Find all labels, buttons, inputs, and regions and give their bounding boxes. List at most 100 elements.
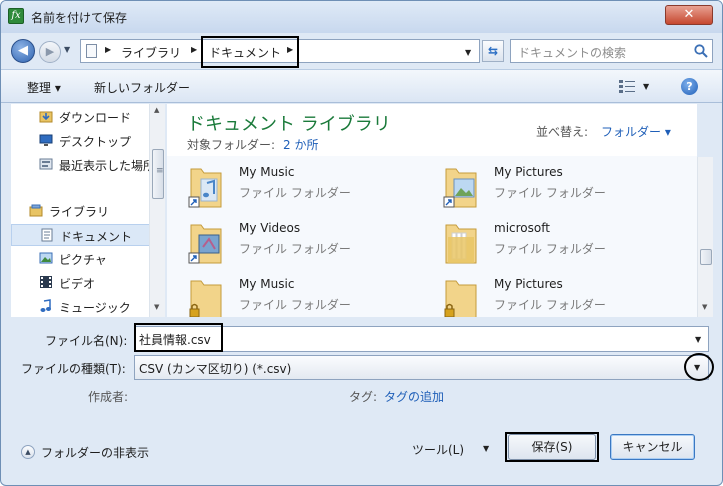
address-history-dropdown-icon[interactable]: ▼ bbox=[465, 48, 471, 57]
nav-item-label: デスクトップ bbox=[59, 135, 132, 149]
close-button[interactable]: ✕ bbox=[665, 5, 713, 25]
filetype-value: CSV (カンマ区切り) (*.csv) bbox=[139, 362, 292, 376]
navigation-pane-scrollbar[interactable]: ▲ ≡ ▼ bbox=[149, 104, 165, 317]
tools-label: ツール(L) bbox=[412, 443, 465, 457]
nav-item-desktop[interactable]: デスクトップ bbox=[11, 130, 151, 152]
videos-icon bbox=[40, 276, 52, 288]
scrollbar-thumb[interactable]: ≡ bbox=[152, 149, 164, 199]
folder-item-my-pictures-locked[interactable]: My Pictures ファイル フォルダー bbox=[422, 271, 662, 317]
file-name: My Music bbox=[239, 165, 295, 179]
recent-pages-dropdown-icon[interactable]: ▼ bbox=[64, 45, 70, 54]
file-name: My Pictures bbox=[494, 165, 563, 179]
title-bar[interactable]: fx 名前を付けて保存 ✕ bbox=[1, 1, 722, 33]
annotation-highlight-box bbox=[134, 323, 223, 352]
music-icon bbox=[40, 299, 51, 312]
library-icon bbox=[29, 204, 43, 217]
document-icon bbox=[41, 228, 53, 242]
pictures-folder-icon bbox=[443, 168, 477, 208]
locked-folder-icon bbox=[189, 280, 222, 317]
folder-item-my-music-locked[interactable]: My Music ファイル フォルダー bbox=[167, 271, 407, 317]
folder-item-my-pictures[interactable]: My Pictures ファイル フォルダー bbox=[422, 159, 662, 211]
nav-item-label: 最近表示した場所 bbox=[59, 159, 156, 173]
pictures-icon bbox=[39, 252, 53, 264]
nav-item-libraries[interactable]: ライブラリ bbox=[11, 200, 151, 222]
sort-by-dropdown[interactable]: フォルダー ▾ bbox=[601, 123, 671, 140]
new-folder-button[interactable]: 新しいフォルダー bbox=[94, 79, 190, 96]
forward-arrow-icon: ▶ bbox=[45, 45, 55, 58]
scroll-up-arrow-icon[interactable]: ▲ bbox=[154, 106, 159, 114]
annotation-highlight-box bbox=[505, 432, 599, 462]
nav-item-label: ドキュメント bbox=[60, 230, 133, 244]
filename-history-dropdown-icon[interactable]: ▼ bbox=[695, 335, 701, 344]
command-bar: 整理 ▾ 新しいフォルダー ▼ ? bbox=[1, 69, 722, 103]
address-bar[interactable]: ▶ ライブラリ ▶ ドキュメント ▶ ▼ bbox=[80, 36, 480, 68]
nav-item-videos[interactable]: ビデオ bbox=[11, 272, 151, 294]
nav-item-recent-places[interactable]: 最近表示した場所 bbox=[11, 154, 155, 176]
hide-folders-label: フォルダーの非表示 bbox=[41, 446, 150, 460]
search-icon[interactable] bbox=[693, 43, 709, 59]
search-input[interactable]: ドキュメントの検索 bbox=[510, 39, 713, 63]
nav-item-music[interactable]: ミュージック bbox=[11, 296, 151, 317]
download-folder-icon bbox=[39, 111, 53, 123]
nav-item-downloads[interactable]: ダウンロード bbox=[11, 106, 151, 128]
nav-item-label: ライブラリ bbox=[49, 205, 110, 219]
recent-places-icon bbox=[39, 158, 53, 170]
author-label: 作成者: bbox=[88, 390, 129, 404]
tools-dropdown-icon: ▼ bbox=[483, 444, 490, 453]
view-options-dropdown-icon[interactable]: ▼ bbox=[643, 82, 649, 91]
filetype-label: ファイルの種類(T): bbox=[21, 362, 126, 376]
back-arrow-icon: ◀ bbox=[18, 43, 28, 58]
file-type: ファイル フォルダー bbox=[494, 298, 606, 312]
videos-folder-icon bbox=[188, 224, 222, 264]
grip-icon: ≡ bbox=[156, 166, 164, 176]
scrollbar-thumb[interactable] bbox=[700, 249, 712, 265]
file-type: ファイル フォルダー bbox=[494, 186, 606, 200]
nav-item-pictures[interactable]: ピクチャ bbox=[11, 248, 151, 270]
save-as-dialog: fx 名前を付けて保存 ✕ ◀ ▶ ▼ ▶ ライブラリ ▶ ドキュメント ▶ ▼… bbox=[0, 0, 723, 486]
target-folder-link[interactable]: 2 か所 bbox=[283, 136, 318, 153]
file-type: ファイル フォルダー bbox=[239, 186, 351, 200]
file-list-pane: ドキュメント ライブラリ 対象フォルダー: 2 か所 並べ替え: フォルダー ▾… bbox=[167, 104, 697, 317]
breadcrumb-separator-icon[interactable]: ▶ bbox=[105, 45, 111, 54]
change-view-icon[interactable] bbox=[619, 79, 635, 93]
annotation-highlight-box bbox=[201, 36, 299, 68]
nav-item-label: ミュージック bbox=[59, 301, 131, 315]
file-list-scrollbar[interactable]: ▼ bbox=[697, 157, 713, 317]
tools-menu-button[interactable]: ツール(L) ▼ bbox=[412, 439, 496, 459]
scroll-down-arrow-icon[interactable]: ▼ bbox=[702, 303, 707, 311]
file-type: ファイル フォルダー bbox=[239, 298, 351, 312]
sort-by-label: 並べ替え: bbox=[536, 125, 589, 139]
locked-folder-icon bbox=[444, 280, 477, 317]
breadcrumb-libraries[interactable]: ライブラリ bbox=[121, 44, 181, 61]
nav-item-documents[interactable]: ドキュメント bbox=[11, 224, 151, 246]
folder-item-microsoft[interactable]: microsoft ファイル フォルダー bbox=[422, 215, 662, 267]
target-folder-label: 対象フォルダー: bbox=[187, 138, 276, 152]
help-icon[interactable]: ? bbox=[681, 78, 698, 95]
file-grid: My Music ファイル フォルダー My Pictures ファイル フォル… bbox=[167, 156, 697, 317]
folder-item-my-music[interactable]: My Music ファイル フォルダー bbox=[167, 159, 407, 211]
tags-label: タグ: bbox=[349, 390, 378, 404]
file-type: ファイル フォルダー bbox=[239, 242, 351, 256]
scroll-down-arrow-icon[interactable]: ▼ bbox=[154, 303, 159, 311]
cancel-button[interactable]: キャンセル bbox=[610, 434, 695, 460]
add-tag-link[interactable]: タグの追加 bbox=[384, 388, 444, 405]
page-icon bbox=[86, 44, 97, 58]
filename-label: ファイル名(N): bbox=[45, 334, 128, 348]
file-name: My Videos bbox=[239, 221, 301, 235]
breadcrumb-separator-icon[interactable]: ▶ bbox=[191, 45, 197, 54]
forward-button[interactable]: ▶ bbox=[39, 41, 61, 63]
back-button[interactable]: ◀ bbox=[11, 39, 35, 63]
address-row: ◀ ▶ ▼ ▶ ライブラリ ▶ ドキュメント ▶ ▼ ⇆ ドキュメントの検索 bbox=[1, 33, 722, 68]
organize-menu-button[interactable]: 整理 ▾ bbox=[27, 79, 61, 96]
refresh-button[interactable]: ⇆ bbox=[482, 40, 504, 62]
hide-folders-button[interactable]: ▲ フォルダーの非表示 bbox=[21, 443, 161, 463]
file-type: ファイル フォルダー bbox=[494, 242, 606, 256]
music-folder-icon bbox=[188, 168, 222, 208]
search-placeholder: ドキュメントの検索 bbox=[518, 46, 627, 60]
excel-app-icon: fx bbox=[8, 8, 24, 24]
nav-item-label: ピクチャ bbox=[59, 253, 107, 267]
folder-icon bbox=[445, 224, 477, 264]
filetype-select[interactable]: CSV (カンマ区切り) (*.csv) bbox=[134, 355, 709, 380]
folder-item-my-videos[interactable]: My Videos ファイル フォルダー bbox=[167, 215, 407, 267]
window-title: 名前を付けて保存 bbox=[31, 11, 128, 25]
